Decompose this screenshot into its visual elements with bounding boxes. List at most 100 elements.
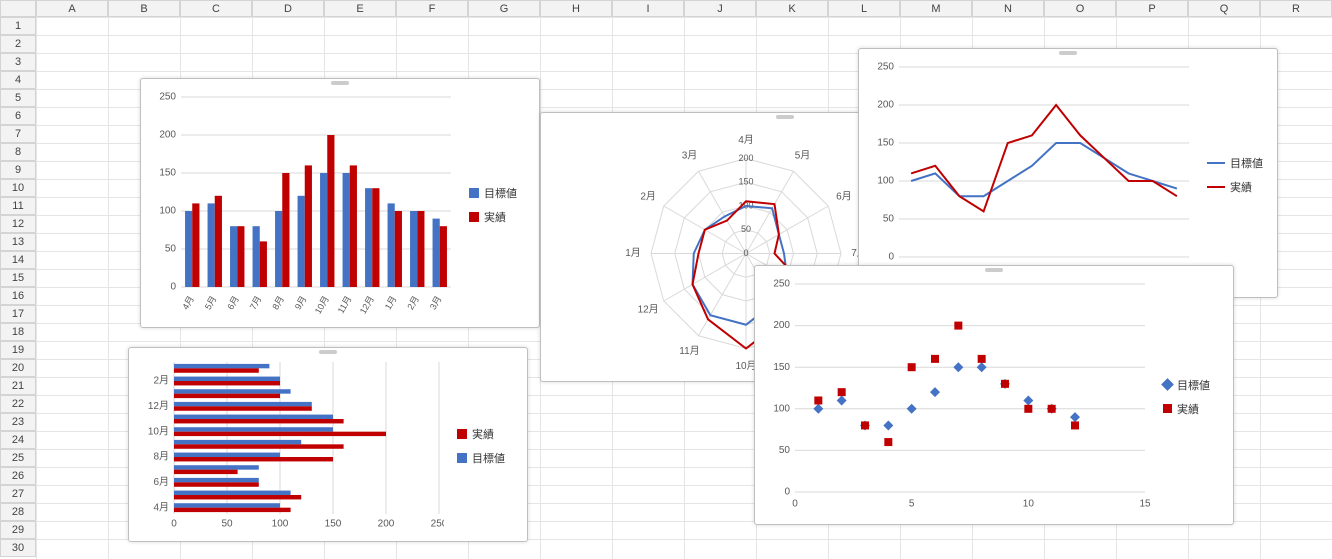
chart-drag-handle[interactable] (331, 81, 349, 85)
legend-line-red (1207, 186, 1225, 188)
svg-text:5: 5 (909, 499, 915, 510)
legend-label: 目標値 (472, 450, 505, 466)
svg-text:150: 150 (773, 362, 790, 373)
svg-text:9月: 9月 (293, 294, 309, 311)
column-header[interactable]: O (1044, 0, 1116, 17)
row-header[interactable]: 12 (0, 215, 36, 233)
svg-text:1月: 1月 (383, 294, 399, 311)
svg-text:8月: 8月 (270, 294, 286, 311)
row-header[interactable]: 29 (0, 521, 36, 539)
svg-text:4月: 4月 (738, 134, 754, 146)
svg-text:11月: 11月 (336, 294, 354, 315)
svg-text:100: 100 (159, 206, 176, 217)
svg-text:50: 50 (741, 224, 751, 234)
svg-text:250: 250 (431, 519, 444, 530)
column-header[interactable]: J (684, 0, 756, 17)
svg-text:2月: 2月 (640, 191, 656, 203)
row-header[interactable]: 19 (0, 341, 36, 359)
legend-label: 目標値 (484, 185, 517, 201)
svg-text:15: 15 (1139, 499, 1150, 510)
row-header[interactable]: 13 (0, 233, 36, 251)
row-header[interactable]: 18 (0, 323, 36, 341)
legend-line-blue (1207, 162, 1225, 164)
legend-item-target: 目標値 (1207, 155, 1267, 171)
column-header[interactable]: A (36, 0, 108, 17)
row-header[interactable]: 9 (0, 161, 36, 179)
row-header[interactable]: 24 (0, 431, 36, 449)
chart-drag-handle[interactable] (776, 115, 794, 119)
row-header[interactable]: 7 (0, 125, 36, 143)
legend-square-red (1163, 404, 1172, 413)
row-header[interactable]: 26 (0, 467, 36, 485)
column-header[interactable]: B (108, 0, 180, 17)
column-header[interactable]: Q (1188, 0, 1260, 17)
chart-scatter[interactable]: 050100150200250051015 目標値 実績 (754, 265, 1234, 525)
svg-text:12月: 12月 (148, 400, 169, 412)
chart-bar-vertical[interactable]: 0501001502002504月5月6月7月8月9月10月11月12月1月2月… (140, 78, 540, 328)
svg-text:250: 250 (159, 92, 176, 103)
row-header[interactable]: 23 (0, 413, 36, 431)
row-header[interactable]: 2 (0, 35, 36, 53)
row-header[interactable]: 3 (0, 53, 36, 71)
row-header[interactable]: 25 (0, 449, 36, 467)
column-header[interactable]: N (972, 0, 1044, 17)
legend-label: 目標値 (1230, 155, 1263, 171)
svg-text:7月: 7月 (248, 294, 264, 311)
legend-diamond-blue (1161, 378, 1174, 391)
row-header[interactable]: 16 (0, 287, 36, 305)
column-header[interactable]: L (828, 0, 900, 17)
row-header[interactable]: 8 (0, 143, 36, 161)
row-header[interactable]: 5 (0, 89, 36, 107)
chart-bar-horizontal[interactable]: 0501001502002504月6月8月10月12月2月 実績 目標値 (128, 347, 528, 542)
svg-text:6月: 6月 (836, 191, 852, 203)
legend-item-target: 目標値 (457, 450, 517, 466)
spreadsheet[interactable]: ABCDEFGHIJKLMNOPQR 123456789101112131415… (0, 0, 1332, 559)
svg-text:0: 0 (171, 519, 177, 530)
svg-text:10: 10 (1023, 499, 1035, 510)
row-header[interactable]: 4 (0, 71, 36, 89)
row-header[interactable]: 6 (0, 107, 36, 125)
column-header[interactable]: I (612, 0, 684, 17)
select-all-corner[interactable] (0, 0, 36, 17)
row-header[interactable]: 22 (0, 395, 36, 413)
legend: 実績 目標値 (457, 356, 517, 536)
svg-text:200: 200 (159, 130, 176, 141)
svg-text:12月: 12月 (358, 294, 376, 315)
row-header[interactable]: 10 (0, 179, 36, 197)
column-header[interactable]: R (1260, 0, 1332, 17)
legend-label: 目標値 (1177, 377, 1210, 393)
row-header[interactable]: 1 (0, 17, 36, 35)
row-header[interactable]: 21 (0, 377, 36, 395)
row-header[interactable]: 17 (0, 305, 36, 323)
legend-label: 実績 (472, 426, 494, 442)
svg-text:50: 50 (221, 519, 233, 530)
svg-text:150: 150 (738, 177, 753, 187)
row-header[interactable]: 11 (0, 197, 36, 215)
row-header[interactable]: 27 (0, 485, 36, 503)
svg-text:1月: 1月 (625, 247, 641, 259)
chart-drag-handle[interactable] (319, 350, 337, 354)
chart-drag-handle[interactable] (1059, 51, 1077, 55)
legend-item-target: 目標値 (1163, 377, 1223, 393)
row-header[interactable]: 14 (0, 251, 36, 269)
row-header[interactable]: 20 (0, 359, 36, 377)
column-header[interactable]: H (540, 0, 612, 17)
column-header[interactable]: M (900, 0, 972, 17)
svg-text:8月: 8月 (153, 451, 169, 463)
column-header[interactable]: F (396, 0, 468, 17)
chart-line[interactable]: 0501001502002504月5月6月7月8月9月10月11月12月1月2月… (858, 48, 1278, 298)
legend: 目標値 実績 (1163, 274, 1223, 519)
column-header[interactable]: K (756, 0, 828, 17)
column-header[interactable]: C (180, 0, 252, 17)
legend-item-actual: 実績 (1207, 179, 1267, 195)
svg-text:0: 0 (792, 499, 798, 510)
row-header[interactable]: 15 (0, 269, 36, 287)
column-header[interactable]: D (252, 0, 324, 17)
column-header[interactable]: E (324, 0, 396, 17)
column-header[interactable]: G (468, 0, 540, 17)
row-header[interactable]: 30 (0, 539, 36, 557)
column-header[interactable]: P (1116, 0, 1188, 17)
row-header[interactable]: 28 (0, 503, 36, 521)
chart-drag-handle[interactable] (985, 268, 1003, 272)
svg-text:200: 200 (738, 153, 753, 163)
